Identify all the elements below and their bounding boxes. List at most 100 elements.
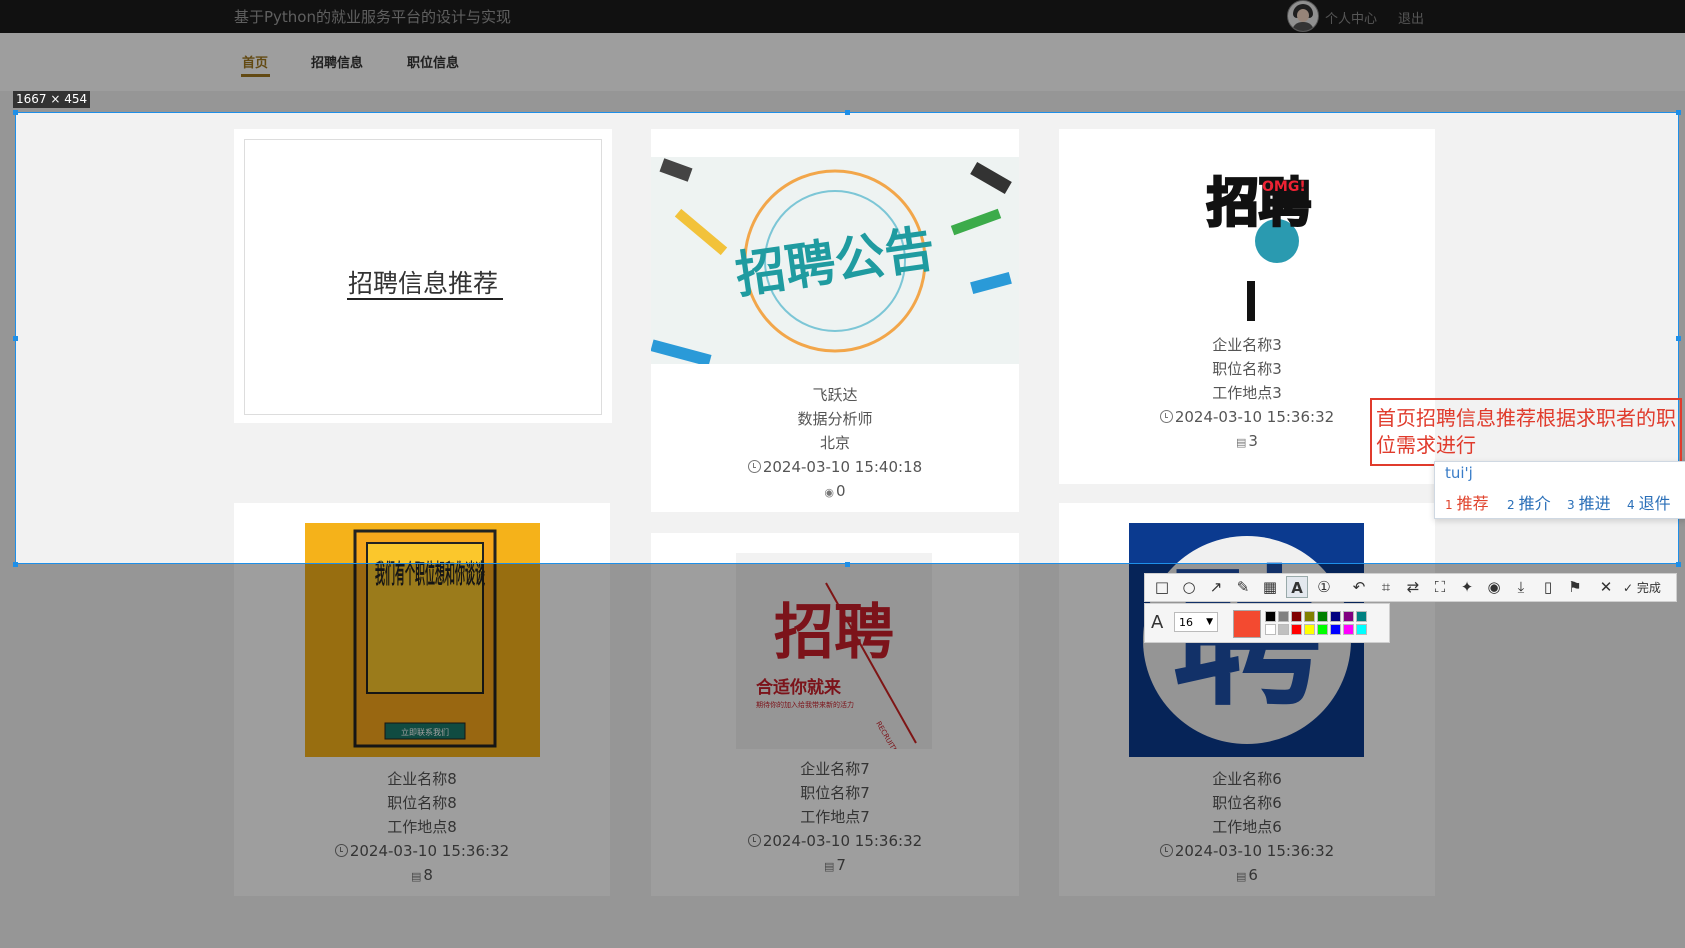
text-style-bar: A 16 ▼ [1144,603,1390,643]
user-center-link[interactable]: 个人中心 [1325,8,1377,27]
job-card[interactable]: 招聘 合适你就来 期待你的加入给我带来新的活力 RECRUITMENT 企业名称… [651,533,1019,896]
avatar[interactable] [1287,0,1319,32]
color-swatch[interactable] [1356,611,1367,622]
copy-icon[interactable]: ▯ [1537,576,1559,598]
candidate-text: 推进 [1578,494,1611,513]
color-swatch[interactable] [1330,611,1341,622]
color-swatch[interactable] [1278,624,1289,635]
company-name: 企业名称7 [800,760,870,778]
color-swatch[interactable] [1343,624,1354,635]
pin-icon[interactable]: ✦ [1456,576,1478,598]
resize-handle-e[interactable] [1676,336,1681,341]
ime-candidate-4[interactable]: 4 退件 [1627,490,1671,514]
doc-icon: ▤ [824,860,835,873]
publish-time: 2024-03-10 15:36:32 [1174,842,1335,860]
color-swatch[interactable] [1356,624,1367,635]
poster-text: 招聘 [774,598,894,668]
color-swatch[interactable] [1304,624,1315,635]
undo-icon[interactable]: ↶ [1348,576,1370,598]
nav-recruitment-info[interactable]: 招聘信息 [311,52,363,71]
pencil-icon[interactable]: ✎ [1232,576,1254,598]
serial-number-icon[interactable]: ① [1313,576,1335,598]
current-color-swatch[interactable] [1233,610,1261,638]
arrow-icon[interactable]: ↗ [1205,576,1227,598]
company-name: 企业名称6 [1212,770,1282,788]
candidate-text: 推介 [1518,494,1551,513]
text-annotation[interactable]: 首页招聘信息推荐根据求职者的职位需求进行 [1376,405,1676,459]
color-swatch[interactable] [1330,624,1341,635]
ime-candidate-3[interactable]: 3 推进 [1567,490,1611,514]
apply-count: 7 [836,856,846,874]
nav-home[interactable]: 首页 [242,52,268,71]
candidate-text: 退件 [1638,494,1671,513]
poster-small: 期待你的加入给我带来新的活力 [756,700,854,709]
position-name: 职位名称8 [387,794,457,812]
font-size-value: 16 [1179,616,1193,629]
site-title: 基于Python的就业服务平台的设计与实现 [234,8,511,26]
mosaic-icon[interactable]: ▦ [1259,576,1281,598]
color-swatch[interactable] [1278,611,1289,622]
avatar-face [1297,9,1309,22]
logout-link[interactable]: 退出 [1398,8,1424,27]
nav-position-info[interactable]: 职位信息 [407,52,459,71]
font-size-select[interactable]: 16 ▼ [1174,612,1218,632]
record-icon[interactable]: ◉ [1483,576,1505,598]
done-label: 完成 [1636,581,1661,595]
screenshot-toolbar: □ ○ ↗ ✎ ▦ A ① ↶ ⌗ ⇄ ⛶ ✦ ◉ ⤓ ▯ ⚑ ✕ ✓ 完成 [1144,573,1677,602]
color-swatch[interactable] [1265,611,1276,622]
candidate-text: 推荐 [1456,494,1489,513]
candidate-number: 1 [1445,498,1453,512]
rectangle-icon[interactable]: □ [1151,576,1173,598]
work-location: 工作地点7 [800,808,870,826]
clock-icon [747,834,761,847]
resize-handle-se[interactable] [1676,562,1681,567]
color-swatch[interactable] [1265,624,1276,635]
publish-time-row: 2024-03-10 15:36:32 [234,839,610,863]
color-swatch[interactable] [1317,624,1328,635]
ime-candidate-2[interactable]: 2 推介 [1507,490,1551,514]
long-screenshot-icon[interactable]: ⛶ [1429,576,1451,598]
check-icon: ✓ [1623,581,1634,595]
resize-handle-nw[interactable] [13,110,18,115]
bookmark-icon[interactable]: ⚑ [1564,576,1586,598]
publish-time-row: 2024-03-10 15:36:32 [1059,839,1435,863]
publish-time-row: 2024-03-10 15:36:32 [651,829,1019,853]
ocr-icon[interactable]: ⌗ [1375,576,1397,598]
text-icon[interactable]: A [1286,576,1308,598]
candidate-number: 3 [1567,498,1575,512]
translate-icon[interactable]: ⇄ [1402,576,1424,598]
company-name: 企业名称8 [387,770,457,788]
apply-count-row: ▤ 6 [1059,863,1435,889]
publish-time: 2024-03-10 15:36:32 [762,832,923,850]
done-button[interactable]: ✓ 完成 [1623,579,1661,596]
color-swatch[interactable] [1291,611,1302,622]
color-swatch[interactable] [1343,611,1354,622]
font-icon: A [1151,612,1164,633]
download-icon[interactable]: ⤓ [1510,576,1532,598]
poster-sub: 立即联系我们 [401,727,449,737]
resize-handle-w[interactable] [13,336,18,341]
selection-size-label: 1667 × 454 [13,91,91,108]
color-swatch[interactable] [1304,611,1315,622]
doc-icon: ▤ [1236,870,1247,883]
resize-handle-ne[interactable] [1676,110,1681,115]
resize-handle-n[interactable] [845,110,850,115]
clock-icon [334,844,348,857]
color-swatch[interactable] [1317,611,1328,622]
capture-selection[interactable] [15,112,1679,564]
work-location: 工作地点8 [387,818,457,836]
resize-handle-sw[interactable] [13,562,18,567]
ime-composition: tui'j [1445,464,1473,482]
ime-candidate-window: tui'j 1 推荐 2 推介 3 推进 4 退件 [1434,461,1685,519]
resize-handle-s[interactable] [845,562,850,567]
nav-bar: 首页 招聘信息 职位信息 [0,33,1685,91]
apply-count-row: ▤ 7 [651,853,1019,879]
ellipse-icon[interactable]: ○ [1178,576,1200,598]
avatar-body [1292,22,1314,31]
color-swatch[interactable] [1291,624,1302,635]
apply-count: 8 [423,866,433,884]
work-location: 工作地点6 [1212,818,1282,836]
ime-candidate-1[interactable]: 1 推荐 [1445,490,1489,514]
position-name: 职位名称6 [1212,794,1282,812]
close-icon[interactable]: ✕ [1595,576,1617,598]
